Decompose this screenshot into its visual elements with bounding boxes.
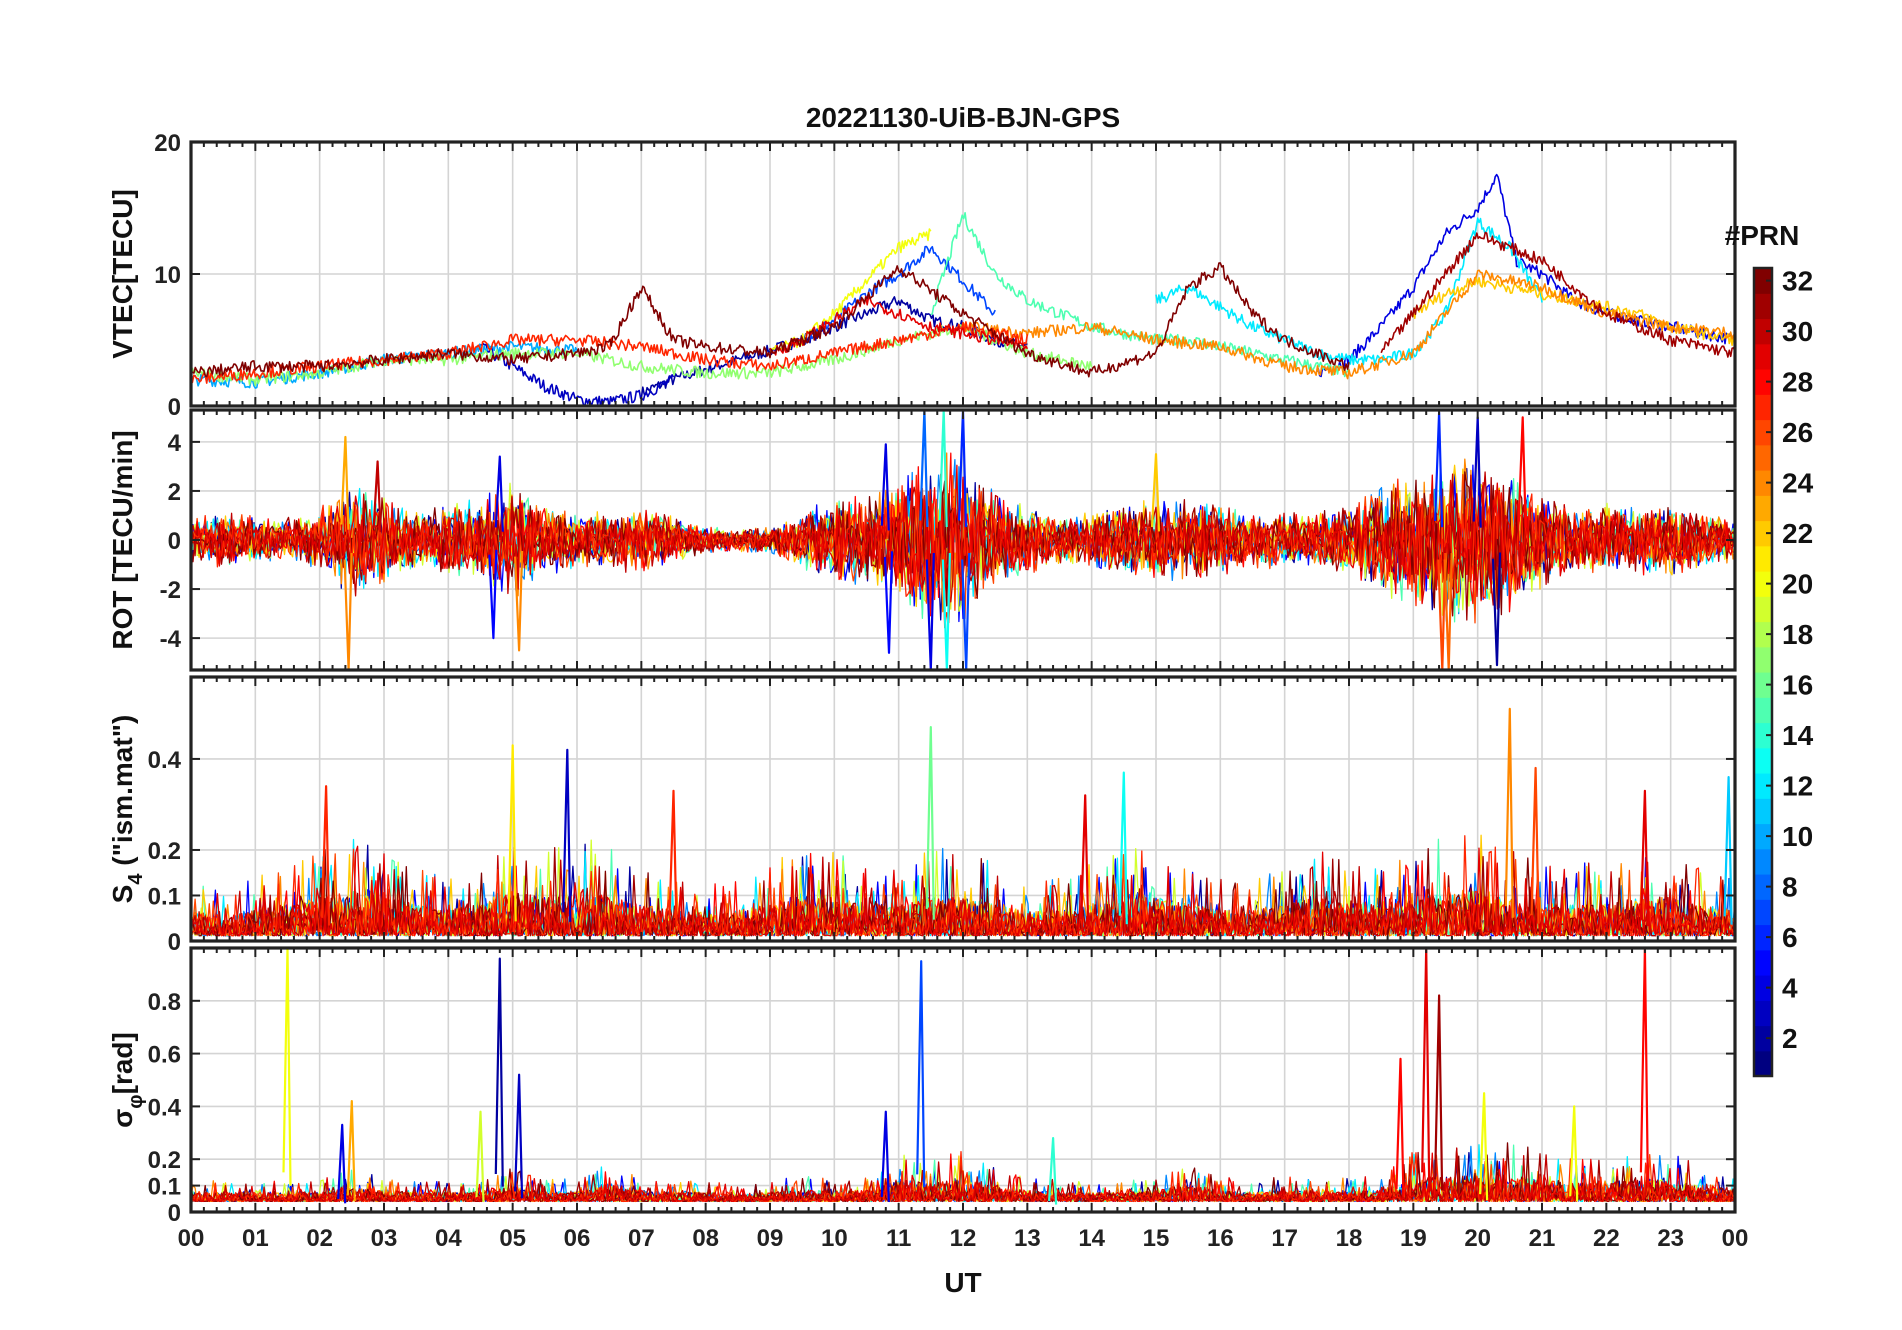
colorbar-tick-label: 26 (1782, 417, 1813, 448)
x-tick-label: 11 (886, 1225, 911, 1252)
colorbar-swatch-5 (1754, 949, 1772, 976)
colorbar-swatch-31 (1754, 293, 1772, 320)
x-tick-label: 00 (178, 1225, 205, 1252)
ylabel-rest: ("ism.mat") (107, 715, 138, 874)
colorbar-tick-label: 14 (1782, 720, 1814, 751)
x-tick-label: 05 (499, 1225, 526, 1252)
x-tick-label: 19 (1400, 1225, 1427, 1252)
x-tick-label: 23 (1657, 1225, 1684, 1252)
y-tick-label: 2 (168, 479, 181, 506)
colorbar-swatch-9 (1754, 848, 1772, 875)
y-tick-label: 0.2 (148, 838, 181, 865)
y-tick-label: 0.8 (148, 989, 181, 1016)
colorbar-tick-label: 16 (1782, 670, 1813, 701)
x-tick-label: 14 (1078, 1225, 1105, 1252)
y-tick-label: 4 (168, 430, 182, 457)
x-tick-label: 06 (564, 1225, 591, 1252)
colorbar-label: #PRN (1725, 220, 1800, 251)
x-tick-label: 21 (1529, 1225, 1556, 1252)
x-tick-label: 07 (628, 1225, 655, 1252)
y-tick-label: -2 (160, 577, 181, 604)
x-tick-label: 02 (306, 1225, 333, 1252)
x-tick-label: 12 (950, 1225, 977, 1252)
y-tick-label: -4 (160, 626, 182, 653)
colorbar-swatch-1 (1754, 1050, 1772, 1077)
colorbar-swatch-11 (1754, 798, 1772, 825)
y-axis-label-vtec: VTEC[TECU] (107, 189, 138, 359)
figure: 20221130-UiB-BJN-GPS 01020VTEC[TECU]-4-2… (0, 0, 1902, 1330)
colorbar-swatch-7 (1754, 899, 1772, 926)
colorbar-tick-label: 8 (1782, 872, 1798, 903)
colorbar-tick-label: 12 (1782, 771, 1813, 802)
y-axis-label-rot: ROT [TECU/min] (107, 430, 138, 649)
colorbar-tick-label: 20 (1782, 569, 1813, 600)
x-tick-label: 04 (435, 1225, 462, 1252)
y-tick-label: 0 (168, 929, 181, 956)
y-tick-label: 0 (168, 394, 181, 421)
colorbar-tick-label: 32 (1782, 266, 1813, 297)
x-tick-label: 22 (1593, 1225, 1620, 1252)
colorbar-tick-label: 2 (1782, 1023, 1798, 1054)
x-tick-label: 00 (1722, 1225, 1749, 1252)
colorbar-swatch-23 (1754, 495, 1772, 522)
colorbar-swatch-21 (1754, 545, 1772, 572)
y-tick-label: 0.4 (148, 1094, 182, 1121)
colorbar-tick-label: 22 (1782, 518, 1813, 549)
x-tick-label: 18 (1336, 1225, 1363, 1252)
x-axis-label: UT (944, 1267, 981, 1298)
colorbar-swatch-27 (1754, 394, 1772, 421)
ylabel-rest: [rad] (107, 1032, 138, 1094)
colorbar-swatch-15 (1754, 697, 1772, 724)
colorbar-swatch-25 (1754, 444, 1772, 471)
x-tick-label: 09 (757, 1225, 784, 1252)
colorbar-swatch-3 (1754, 1000, 1772, 1027)
colorbar-tick-label: 24 (1782, 468, 1814, 499)
x-tick-label: 13 (1014, 1225, 1041, 1252)
colorbar-tick-label: 28 (1782, 367, 1813, 398)
x-tick-label: 10 (821, 1225, 848, 1252)
x-tick-label: 16 (1207, 1225, 1234, 1252)
x-tick-label: 20 (1464, 1225, 1491, 1252)
ylabel-main: S (107, 885, 138, 904)
y-tick-label: 0.4 (148, 747, 182, 774)
ylabel-sub: φ (125, 1094, 147, 1108)
x-tick-label: 17 (1271, 1225, 1298, 1252)
ylabel-main: σ (107, 1109, 138, 1128)
x-tick-label: 08 (692, 1225, 719, 1252)
colorbar-swatch-29 (1754, 343, 1772, 370)
y-tick-label: 0.1 (148, 883, 181, 910)
colorbar-swatch-17 (1754, 646, 1772, 673)
x-tick-label: 03 (371, 1225, 398, 1252)
colorbar-tick-label: 18 (1782, 619, 1813, 650)
colorbar-tick-label: 4 (1782, 973, 1798, 1004)
y-tick-label: 0.6 (148, 1042, 181, 1069)
y-tick-label: 10 (154, 262, 181, 289)
y-tick-label: 0 (168, 1200, 181, 1227)
y-tick-label: 0 (168, 528, 181, 555)
figure-title: 20221130-UiB-BJN-GPS (806, 102, 1120, 133)
colorbar-swatch-19 (1754, 596, 1772, 623)
colorbar-tick-label: 10 (1782, 821, 1813, 852)
y-tick-label: 0.1 (148, 1174, 181, 1201)
y-tick-label: 20 (154, 130, 181, 157)
colorbar-tick-label: 30 (1782, 316, 1813, 347)
colorbar-swatch-13 (1754, 747, 1772, 774)
x-tick-label: 01 (242, 1225, 269, 1252)
x-tick-label: 15 (1143, 1225, 1170, 1252)
y-tick-label: 0.2 (148, 1147, 181, 1174)
colorbar-tick-label: 6 (1782, 922, 1798, 953)
